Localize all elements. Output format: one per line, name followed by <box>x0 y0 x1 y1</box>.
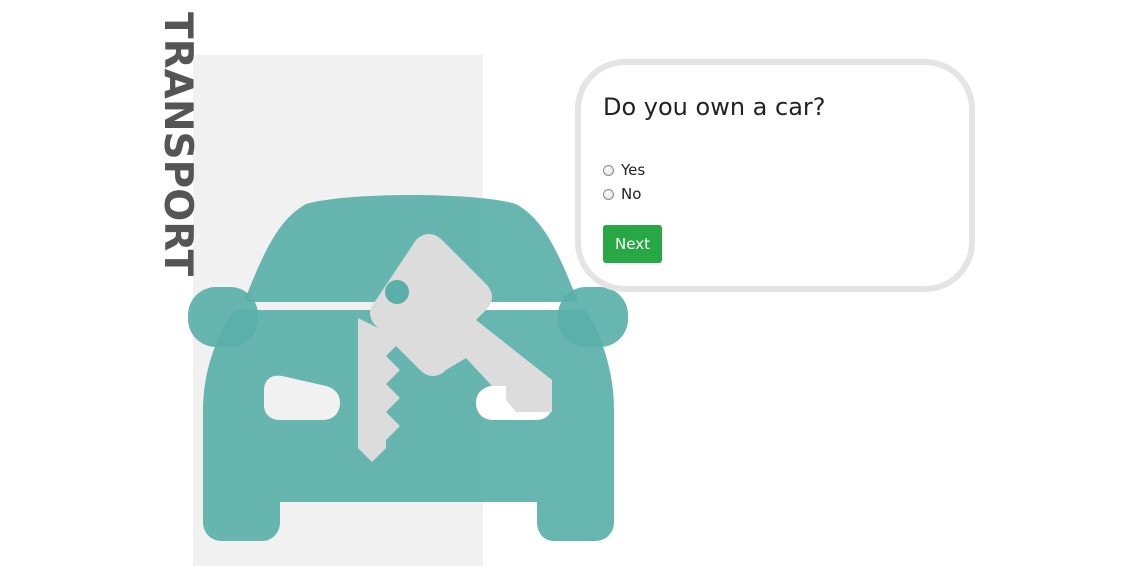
key-hole <box>385 280 409 304</box>
car-with-key-icon <box>188 195 628 541</box>
question-card: Do you own a car? Yes No Next <box>575 59 975 292</box>
question-title: Do you own a car? <box>603 93 826 121</box>
section-title-text: TRANSPORT <box>155 12 200 277</box>
option-yes-label: Yes <box>621 161 646 179</box>
option-yes[interactable]: Yes <box>603 161 645 179</box>
section-title: TRANSPORT <box>155 12 200 276</box>
transport-question-page: TRANSPORT Do you own a car? Yes No Next <box>0 0 1134 566</box>
car-key-illustration <box>186 190 631 545</box>
option-no-label: No <box>621 185 642 203</box>
car-icon <box>188 195 628 541</box>
no-radio[interactable] <box>603 188 614 200</box>
option-no[interactable]: No <box>603 185 641 203</box>
yes-radio[interactable] <box>603 164 614 176</box>
next-button[interactable]: Next <box>603 225 662 263</box>
